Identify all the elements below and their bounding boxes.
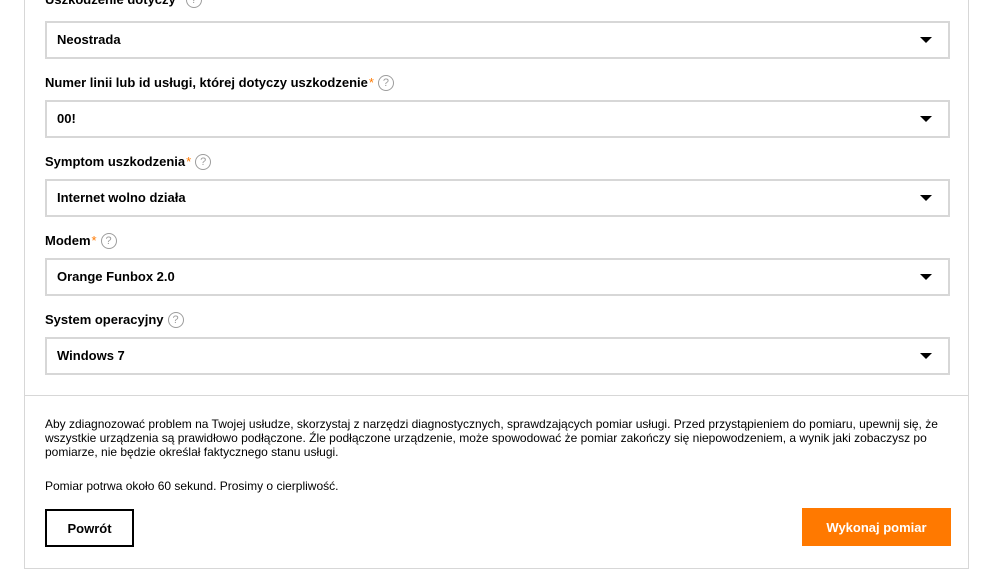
- field-label-damage-concerns: Uszkodzenie dotyczy * ?: [45, 0, 202, 8]
- duration-note: Pomiar potrwa około 60 sekund. Prosimy o…: [45, 479, 339, 493]
- line-number-select[interactable]: 00!: [45, 100, 950, 138]
- help-icon[interactable]: ?: [100, 233, 117, 249]
- select-value: Orange Funbox 2.0: [57, 269, 175, 284]
- damage-concerns-select[interactable]: Neostrada: [45, 21, 950, 59]
- required-mark: *: [91, 233, 97, 248]
- help-icon[interactable]: ?: [195, 154, 212, 170]
- field-label-os: System operacyjny ?: [45, 312, 184, 328]
- select-value: 00!: [57, 111, 76, 126]
- field-label-text: Uszkodzenie dotyczy: [45, 0, 176, 8]
- field-label-modem: Modem * ?: [45, 233, 117, 249]
- chevron-down-icon: [920, 116, 932, 122]
- field-label-text: Modem: [45, 233, 91, 248]
- select-value: Windows 7: [57, 348, 125, 363]
- field-label-text: Numer linii lub id usługi, której dotycz…: [45, 75, 368, 90]
- os-select[interactable]: Windows 7: [45, 337, 950, 375]
- run-measurement-button[interactable]: Wykonaj pomiar: [802, 508, 951, 546]
- diagnostic-info-text: Aby zdiagnozować problem na Twojej usłud…: [45, 417, 938, 459]
- help-icon[interactable]: ?: [185, 0, 202, 8]
- field-label-line-number: Numer linii lub id usługi, której dotycz…: [45, 75, 394, 91]
- diagnostic-form-panel: Uszkodzenie dotyczy * ? Neostrada Numer …: [24, 0, 969, 569]
- required-mark: *: [177, 0, 182, 8]
- symptom-select[interactable]: Internet wolno działa: [45, 179, 950, 217]
- field-label-text: Symptom uszkodzenia: [45, 154, 186, 169]
- chevron-down-icon: [920, 37, 932, 43]
- modem-select[interactable]: Orange Funbox 2.0: [45, 258, 950, 296]
- help-icon[interactable]: ?: [377, 75, 394, 91]
- select-value: Internet wolno działa: [57, 190, 186, 205]
- chevron-down-icon: [920, 353, 932, 359]
- back-button[interactable]: Powrót: [45, 509, 134, 547]
- chevron-down-icon: [920, 195, 932, 201]
- help-icon[interactable]: ?: [167, 312, 184, 328]
- select-value: Neostrada: [57, 32, 121, 47]
- field-label-text: System operacyjny: [45, 312, 164, 327]
- required-mark: *: [368, 75, 374, 90]
- field-label-symptom: Symptom uszkodzenia * ?: [45, 154, 212, 170]
- required-mark: *: [186, 154, 192, 169]
- chevron-down-icon: [920, 274, 932, 280]
- section-divider: [25, 395, 968, 396]
